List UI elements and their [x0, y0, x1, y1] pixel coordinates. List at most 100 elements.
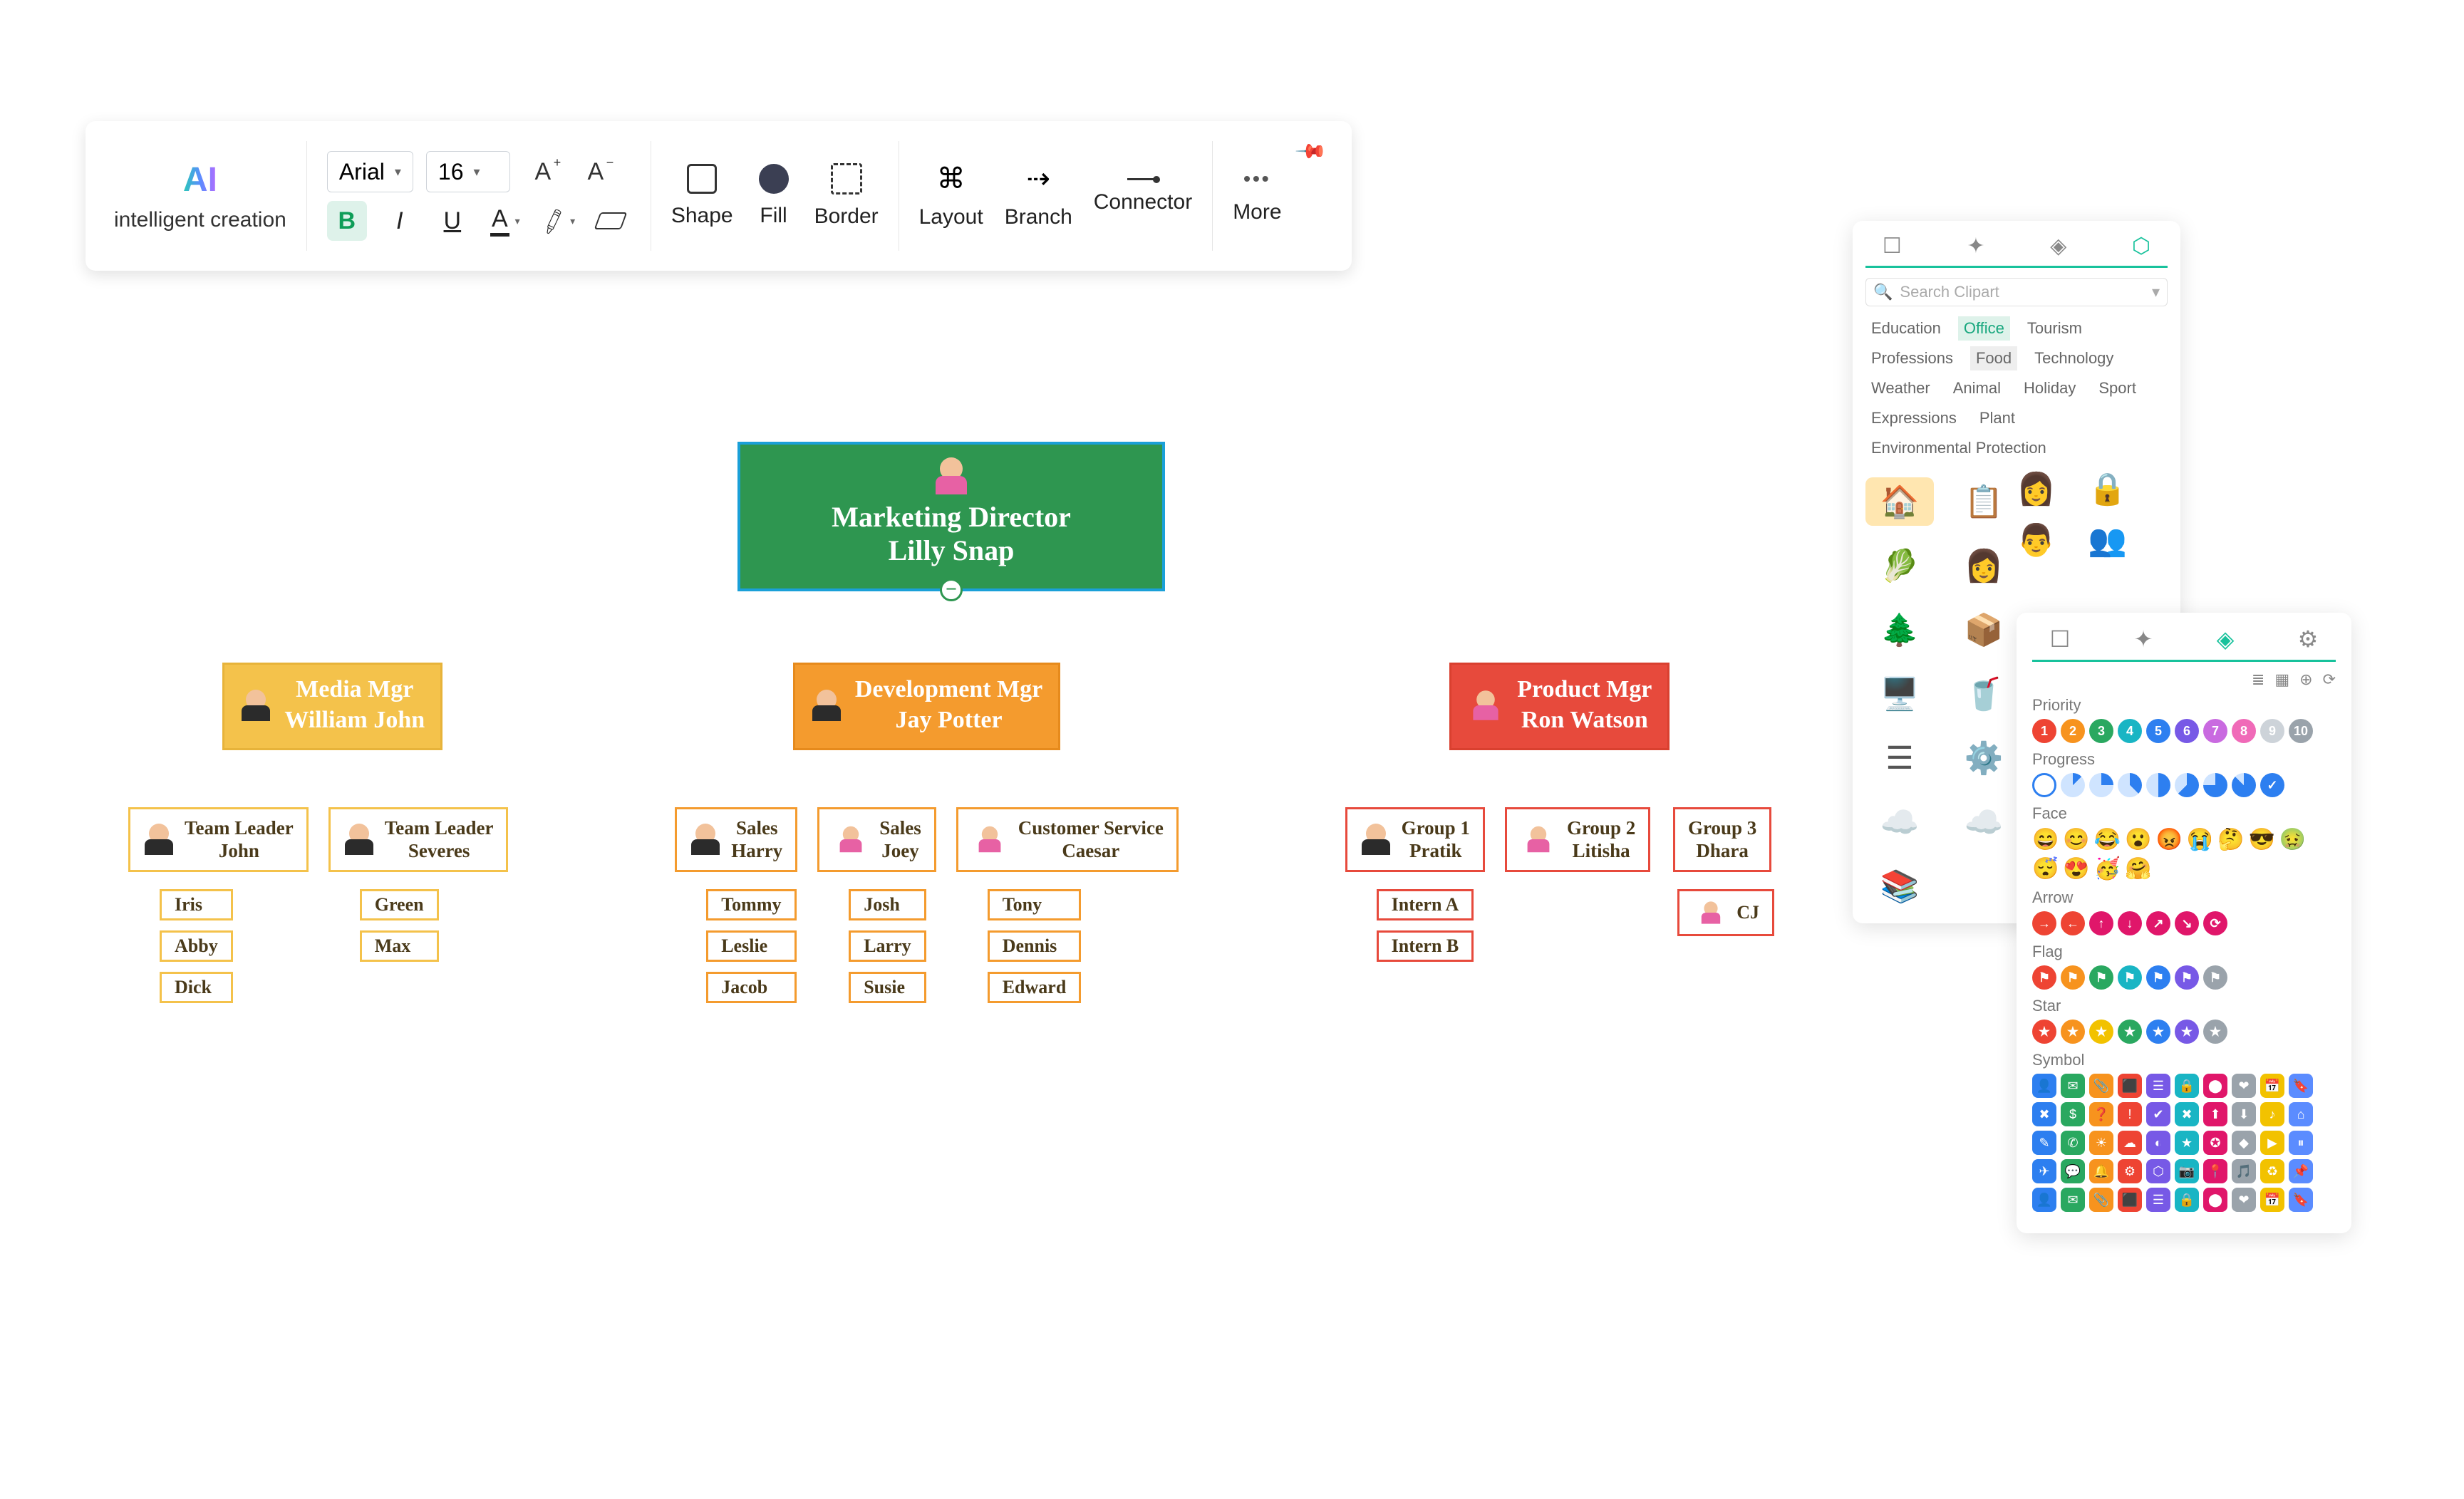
- org-leaf[interactable]: Abby: [160, 930, 233, 962]
- symbol-marker[interactable]: ⚙: [2118, 1159, 2142, 1183]
- symbol-marker[interactable]: $: [2061, 1102, 2085, 1126]
- arrow-marker[interactable]: ↓: [2118, 911, 2142, 935]
- collapse-button[interactable]: −: [940, 579, 963, 601]
- face-marker[interactable]: 😮: [2125, 827, 2151, 852]
- org-leaf[interactable]: Dick: [160, 972, 233, 1003]
- globe-leaf-icon[interactable]: 🥬: [1865, 541, 1934, 590]
- symbol-marker[interactable]: ❤: [2232, 1074, 2256, 1098]
- manage-icon[interactable]: ⟳: [2323, 670, 2336, 689]
- symbol-marker[interactable]: 🔖: [2289, 1074, 2313, 1098]
- category-item[interactable]: Education: [1865, 316, 1947, 341]
- org-l2-dev[interactable]: Development MgrJay Potter: [793, 663, 1060, 750]
- priority-marker[interactable]: 9: [2260, 719, 2284, 743]
- priority-marker[interactable]: 1: [2032, 719, 2056, 743]
- star-marker[interactable]: ★: [2089, 1020, 2113, 1044]
- org-leaf[interactable]: Green: [360, 889, 439, 920]
- cloud-down-icon[interactable]: ☁️: [1950, 798, 2018, 846]
- flag-marker[interactable]: ⚑: [2203, 965, 2227, 990]
- org-tree-icon[interactable]: 👥: [2088, 522, 2127, 559]
- symbol-marker[interactable]: ✖: [2175, 1102, 2199, 1126]
- progress-marker[interactable]: [2061, 773, 2085, 797]
- ai-group[interactable]: AI intelligent creation: [94, 121, 306, 271]
- arrow-marker[interactable]: ↘: [2175, 911, 2199, 935]
- progress-marker[interactable]: [2032, 773, 2056, 797]
- category-item[interactable]: Professions: [1865, 346, 1959, 370]
- star-marker[interactable]: ★: [2203, 1020, 2227, 1044]
- arrow-marker[interactable]: ↗: [2146, 911, 2170, 935]
- flag-marker[interactable]: ⚑: [2089, 965, 2113, 990]
- category-item[interactable]: Food: [1970, 346, 2017, 370]
- org-root-node[interactable]: Marketing Director Lilly Snap −: [737, 442, 1165, 591]
- face-marker[interactable]: 🥳: [2094, 856, 2121, 881]
- org-l3-node[interactable]: Group 2Litisha: [1505, 807, 1650, 872]
- org-leaf[interactable]: Larry: [849, 930, 926, 962]
- star-marker[interactable]: ★: [2061, 1020, 2085, 1044]
- org-leaf[interactable]: Dennis: [988, 930, 1082, 962]
- symbol-marker[interactable]: ✎: [2032, 1131, 2056, 1155]
- symbol-marker[interactable]: ✔: [2146, 1102, 2170, 1126]
- org-leaf[interactable]: Max: [360, 930, 439, 962]
- more-button[interactable]: •••More: [1233, 167, 1281, 224]
- progress-marker[interactable]: [2118, 773, 2142, 797]
- star-marker[interactable]: ★: [2175, 1020, 2199, 1044]
- fill-button[interactable]: Fill: [759, 164, 789, 228]
- org-l3-node[interactable]: Customer ServiceCaesar: [956, 807, 1179, 872]
- symbol-marker[interactable]: ⬤: [2203, 1074, 2227, 1098]
- symbol-marker[interactable]: 📅: [2260, 1074, 2284, 1098]
- arrow-up-icon[interactable]: 🌲: [1865, 606, 1934, 654]
- org-l3-node[interactable]: Group 3Dhara: [1673, 807, 1771, 872]
- face-marker[interactable]: 🤔: [2217, 827, 2244, 852]
- org-l3-node[interactable]: SalesJoey: [817, 807, 936, 872]
- priority-marker[interactable]: 6: [2175, 719, 2199, 743]
- org-l2-media[interactable]: Media MgrWilliam John: [222, 663, 442, 750]
- flag-marker[interactable]: ⚑: [2032, 965, 2056, 990]
- progress-marker[interactable]: [2203, 773, 2227, 797]
- bold-button[interactable]: B: [327, 201, 367, 241]
- symbol-marker[interactable]: ⬛: [2118, 1188, 2142, 1212]
- symbol-marker[interactable]: ⌂: [2289, 1102, 2313, 1126]
- progress-marker[interactable]: [2232, 773, 2256, 797]
- arrow-marker[interactable]: ←: [2061, 911, 2085, 935]
- tab-tag-icon[interactable]: ◈: [2050, 234, 2066, 259]
- view-list-icon[interactable]: ≣: [2252, 670, 2264, 689]
- branch-button[interactable]: ⇢Branch: [1005, 162, 1072, 229]
- org-l3-node[interactable]: Group 1Pratik: [1345, 807, 1485, 872]
- symbol-marker[interactable]: 🔒: [2175, 1188, 2199, 1212]
- pin-button[interactable]: 📌: [1294, 135, 1328, 169]
- tab-clipart-icon[interactable]: ⬡: [2132, 234, 2150, 259]
- symbol-marker[interactable]: ❤: [2232, 1188, 2256, 1212]
- font-family-dropdown[interactable]: Arial▾: [327, 151, 413, 192]
- face-marker[interactable]: 😴: [2032, 856, 2059, 881]
- category-item[interactable]: Sport: [2093, 376, 2142, 400]
- woman-avatar-icon[interactable]: 👩: [2017, 470, 2056, 507]
- symbol-marker[interactable]: ✉: [2061, 1188, 2085, 1212]
- clipart-search[interactable]: 🔍 Search Clipart ▾: [1865, 278, 2168, 306]
- shape-button[interactable]: Shape: [671, 164, 733, 228]
- category-item[interactable]: Weather: [1865, 376, 1936, 400]
- face-marker[interactable]: 😍: [2063, 856, 2089, 881]
- symbol-marker[interactable]: ◆: [2232, 1131, 2256, 1155]
- symbol-marker[interactable]: 📌: [2289, 1159, 2313, 1183]
- tab-outline-icon[interactable]: ☐: [2050, 626, 2071, 653]
- symbol-marker[interactable]: 📍: [2203, 1159, 2227, 1183]
- progress-marker[interactable]: ✓: [2260, 773, 2284, 797]
- font-size-dropdown[interactable]: 16▾: [426, 151, 510, 192]
- symbol-marker[interactable]: ⬛: [2118, 1074, 2142, 1098]
- progress-marker[interactable]: [2146, 773, 2170, 797]
- flag-marker[interactable]: ⚑: [2118, 965, 2142, 990]
- symbol-marker[interactable]: !: [2118, 1102, 2142, 1126]
- add-marker-icon[interactable]: ⊕: [2299, 670, 2312, 689]
- symbol-marker[interactable]: ✉: [2061, 1074, 2085, 1098]
- border-button[interactable]: Border: [814, 163, 879, 229]
- priority-marker[interactable]: 7: [2203, 719, 2227, 743]
- gear-icon[interactable]: ⚙️: [1950, 734, 2018, 782]
- flag-marker[interactable]: ⚑: [2061, 965, 2085, 990]
- symbol-marker[interactable]: 📎: [2089, 1074, 2113, 1098]
- org-leaf[interactable]: Intern A: [1377, 889, 1474, 920]
- org-l3-node[interactable]: Team LeaderSeveres: [328, 807, 509, 872]
- view-grid-icon[interactable]: ▦: [2274, 670, 2289, 689]
- progress-marker[interactable]: [2175, 773, 2199, 797]
- symbol-marker[interactable]: 🔒: [2175, 1074, 2199, 1098]
- tab-sparkle-icon[interactable]: ✦: [2134, 626, 2153, 653]
- symbol-marker[interactable]: ⬤: [2203, 1188, 2227, 1212]
